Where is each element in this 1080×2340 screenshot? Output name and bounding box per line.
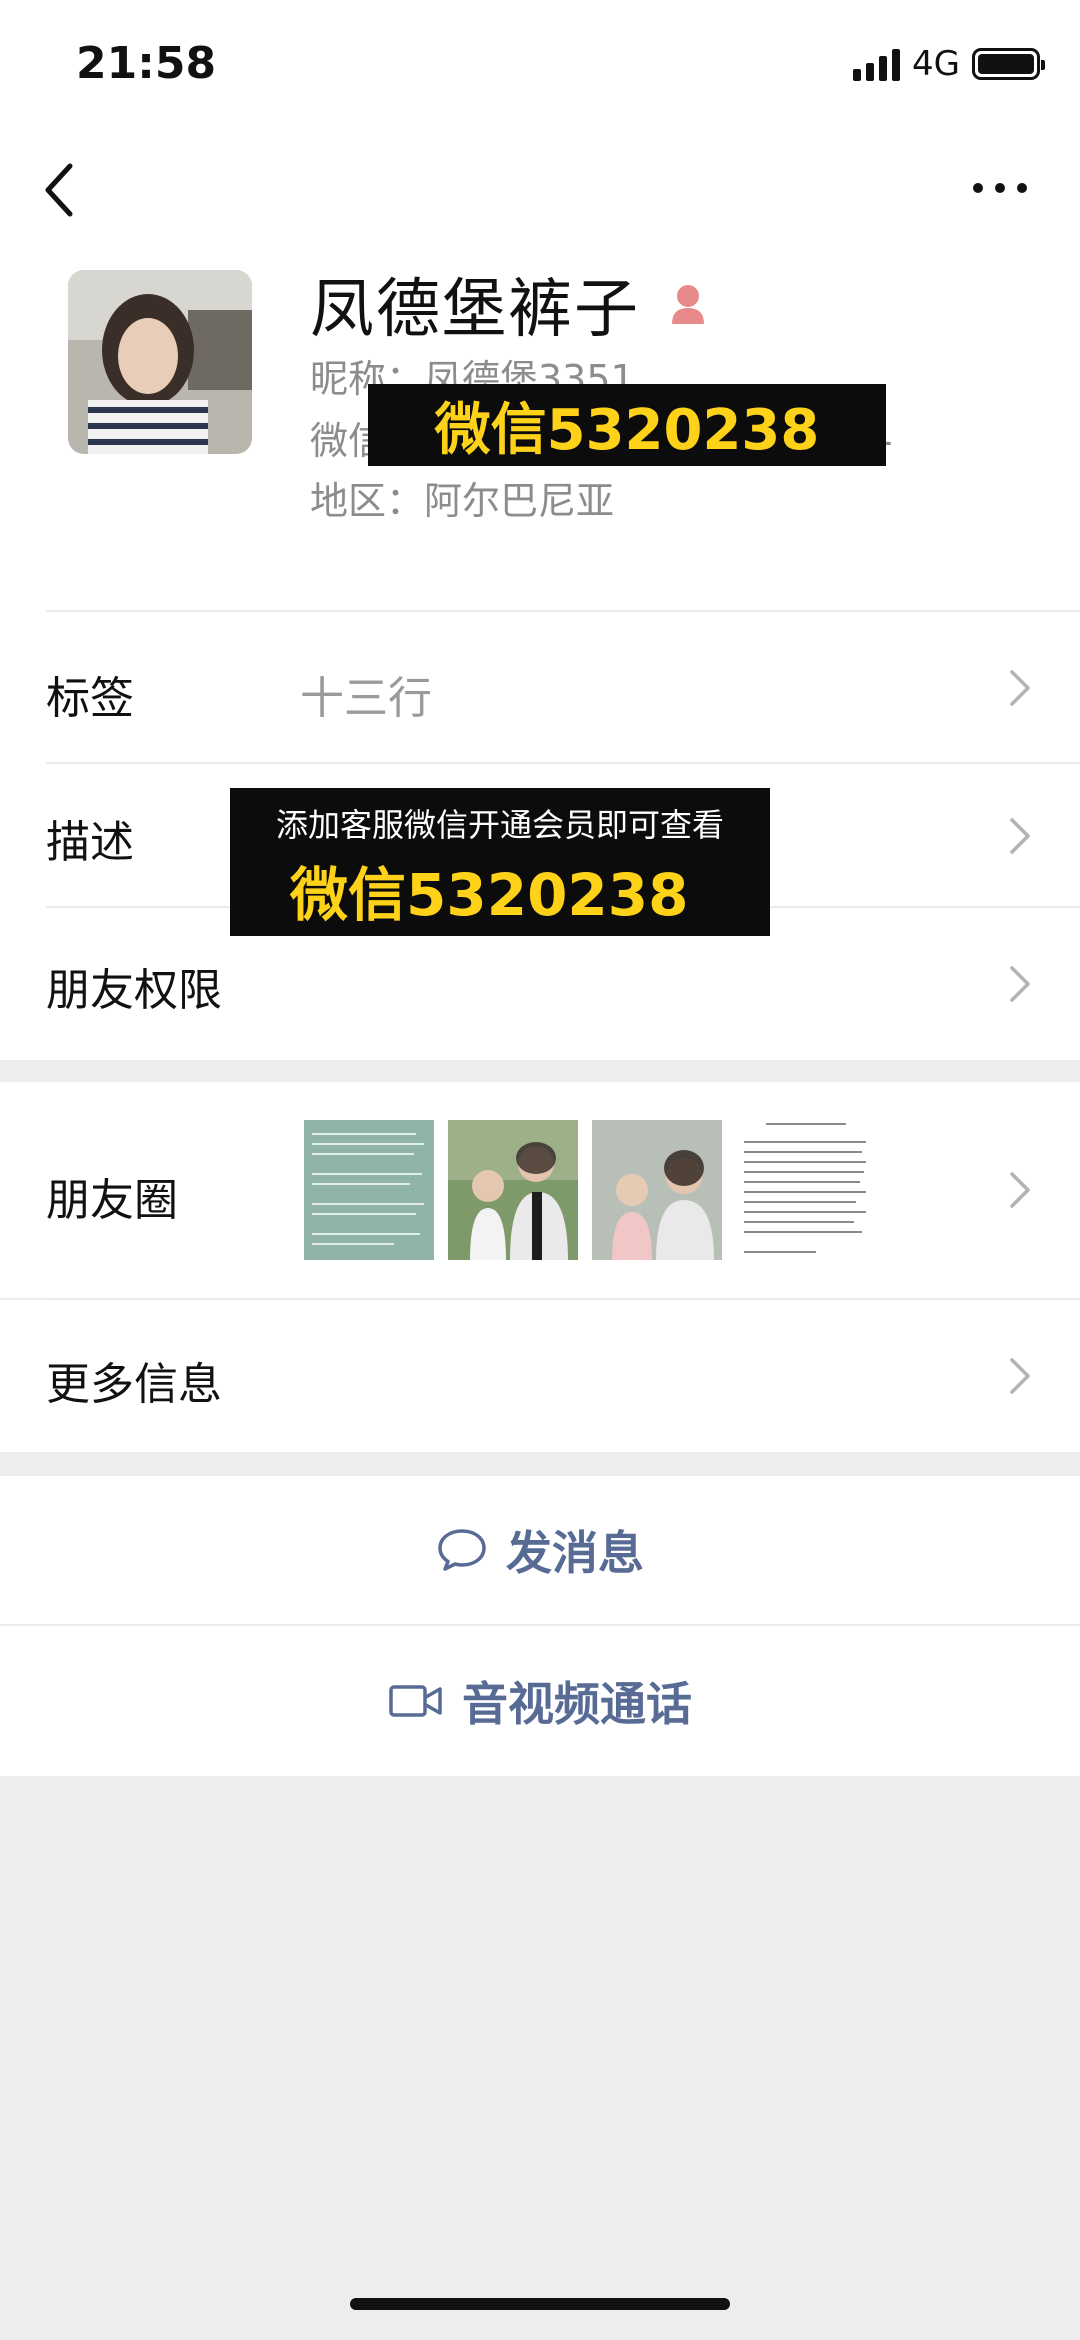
home-indicator[interactable] xyxy=(350,2298,730,2310)
send-message-label: 发消息 xyxy=(506,1526,644,1580)
moments-thumbnail xyxy=(304,1120,434,1260)
chevron-right-icon xyxy=(1010,670,1030,706)
chevron-right-icon xyxy=(1010,966,1030,1002)
video-call-button[interactable]: 音视频通话 xyxy=(0,1626,1080,1776)
network-type: 4G xyxy=(912,44,960,84)
signal-icon xyxy=(853,47,901,81)
tags-label: 标签 xyxy=(46,673,134,724)
chat-bubble-icon xyxy=(438,1529,486,1571)
section-gap xyxy=(0,1452,1080,1476)
chevron-right-icon xyxy=(1010,818,1030,854)
status-indicators: 4G xyxy=(853,44,1045,84)
more-info-label: 更多信息 xyxy=(46,1359,222,1410)
more-icon[interactable] xyxy=(970,176,1030,200)
chevron-right-icon xyxy=(1010,1172,1030,1208)
female-icon xyxy=(672,285,704,324)
contact-name: 凤德堡裤子 xyxy=(310,273,640,347)
row-tags[interactable]: 标签 十三行 xyxy=(0,612,1080,762)
battery-icon xyxy=(972,48,1045,80)
moments-thumbnail xyxy=(592,1120,722,1260)
video-camera-icon xyxy=(389,1685,442,1717)
promo-overlay-top: 微信5320238 xyxy=(368,384,886,466)
back-icon[interactable] xyxy=(40,158,88,222)
section-gap xyxy=(0,1060,1080,1082)
moments-thumbnails xyxy=(304,1120,866,1260)
avatar[interactable] xyxy=(68,270,252,454)
moments-label: 朋友圈 xyxy=(46,1175,178,1226)
promo-overlay-middle: 添加客服微信开通会员即可查看 微信5320238 xyxy=(230,788,770,936)
promo-overlay-subtext: 添加客服微信开通会员即可查看 xyxy=(275,806,724,844)
video-call-label: 音视频通话 xyxy=(462,1677,692,1731)
chevron-right-icon xyxy=(1010,1358,1030,1394)
permissions-label: 朋友权限 xyxy=(46,965,222,1016)
status-time: 21:58 xyxy=(76,38,217,89)
moments-thumbnail xyxy=(736,1120,866,1260)
promo-overlay-top-text: 微信5320238 xyxy=(434,397,820,463)
region: 地区：阿尔巴尼亚 xyxy=(310,479,615,523)
tags-value: 十三行 xyxy=(300,673,432,724)
description-label: 描述 xyxy=(46,817,134,868)
promo-overlay-main-text: 微信5320238 xyxy=(290,861,689,929)
row-more-info[interactable]: 更多信息 xyxy=(0,1300,1080,1452)
send-message-button[interactable]: 发消息 xyxy=(0,1476,1080,1624)
name-row: 凤德堡裤子 xyxy=(310,258,708,350)
moments-thumbnail xyxy=(448,1120,578,1260)
